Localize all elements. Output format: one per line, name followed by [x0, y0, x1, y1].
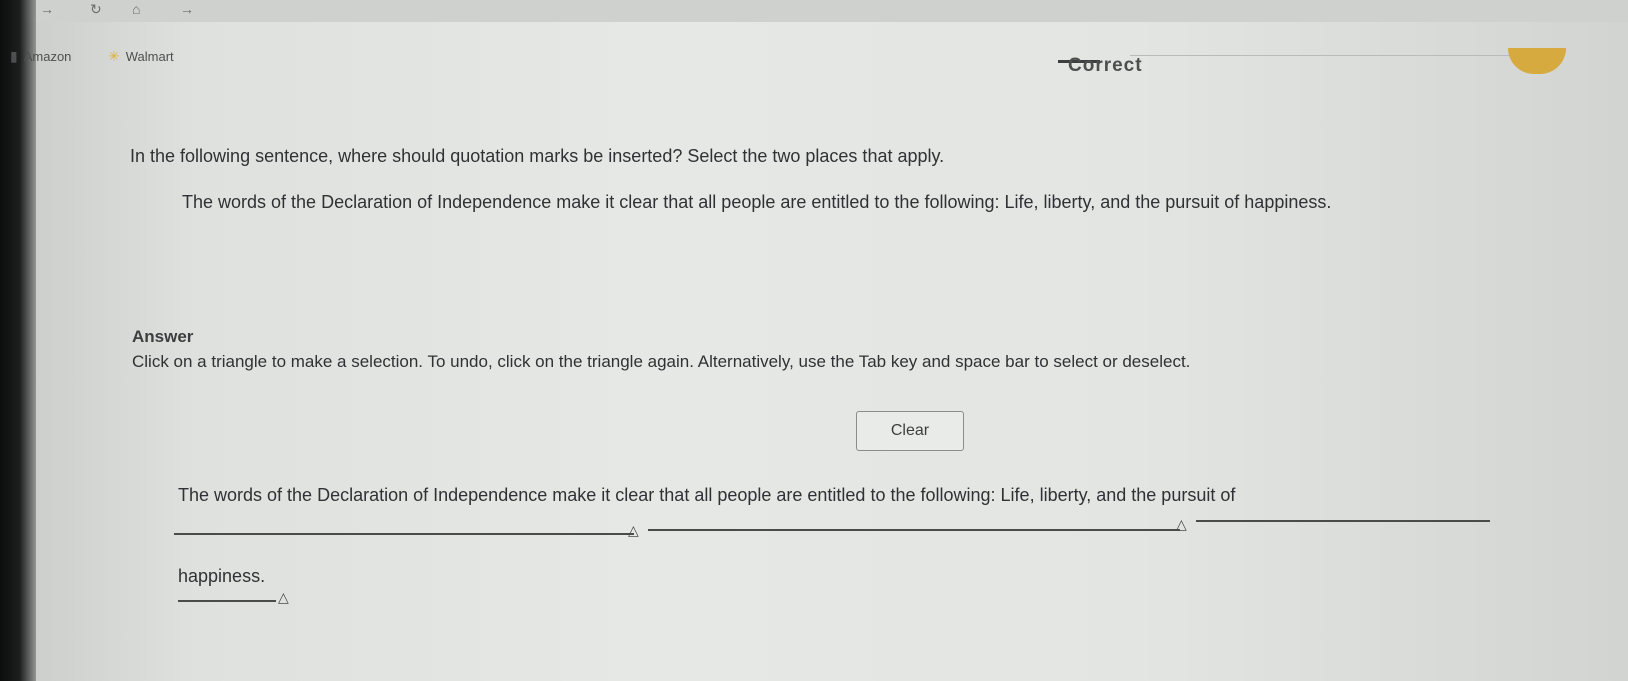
insertion-triangle-1[interactable]: △	[628, 523, 639, 537]
walmart-spark-icon: ✳	[108, 48, 120, 64]
selectable-sentence-line-2: happiness.	[178, 566, 265, 587]
forward-arrow-icon[interactable]: →	[180, 1, 194, 17]
segment-underline	[648, 529, 1180, 531]
segment-underline	[178, 600, 276, 602]
question-sentence: The words of the Declaration of Independ…	[182, 192, 1332, 212]
question-panel: In the following sentence, where should …	[100, 88, 1600, 681]
sentence-segment-1: The words of the Declaration of Independ…	[178, 485, 548, 505]
screen: → ↻ ⌂ → ▮ Amazon ✳ Walmart Correct In th…	[0, 0, 1628, 681]
bookmark-label: Walmart	[125, 49, 174, 64]
header-divider	[1130, 55, 1510, 56]
browser-toolbar: → ↻ ⌂ →	[0, 0, 1628, 22]
reload-icon[interactable]: ↻	[90, 1, 102, 18]
insertion-triangle-2[interactable]: △	[1176, 517, 1187, 531]
answer-heading: Answer	[132, 327, 194, 346]
amazon-icon: ▮	[10, 48, 18, 64]
sentence-segment-4: happiness.	[178, 566, 266, 586]
home-icon[interactable]: ⌂	[132, 1, 140, 17]
bookmark-walmart[interactable]: ✳ Walmart	[108, 48, 174, 65]
bookmark-amazon[interactable]: ▮ Amazon	[10, 48, 71, 65]
insertion-triangle-3[interactable]: △	[278, 590, 289, 604]
result-status: Correct	[1068, 55, 1143, 76]
screen-bezel	[0, 0, 36, 681]
segment-underline	[1196, 520, 1490, 522]
bookmarks-bar: ▮ Amazon ✳ Walmart	[0, 40, 1628, 80]
bookmark-label: Amazon	[23, 49, 72, 64]
answer-instructions: Click on a triangle to make a selection.…	[132, 352, 1191, 371]
question-prompt: In the following sentence, where should …	[130, 146, 945, 166]
sentence-segment-2: make it clear that all people are entitl…	[552, 485, 996, 505]
sentence-segment-3: Life, liberty, and the pursuit of	[1000, 485, 1236, 505]
selectable-sentence-line-1: The words of the Declaration of Independ…	[178, 485, 1235, 506]
back-arrow-icon[interactable]: →	[40, 1, 54, 17]
segment-underline	[174, 533, 634, 535]
clear-button[interactable]: Clear	[856, 411, 964, 451]
